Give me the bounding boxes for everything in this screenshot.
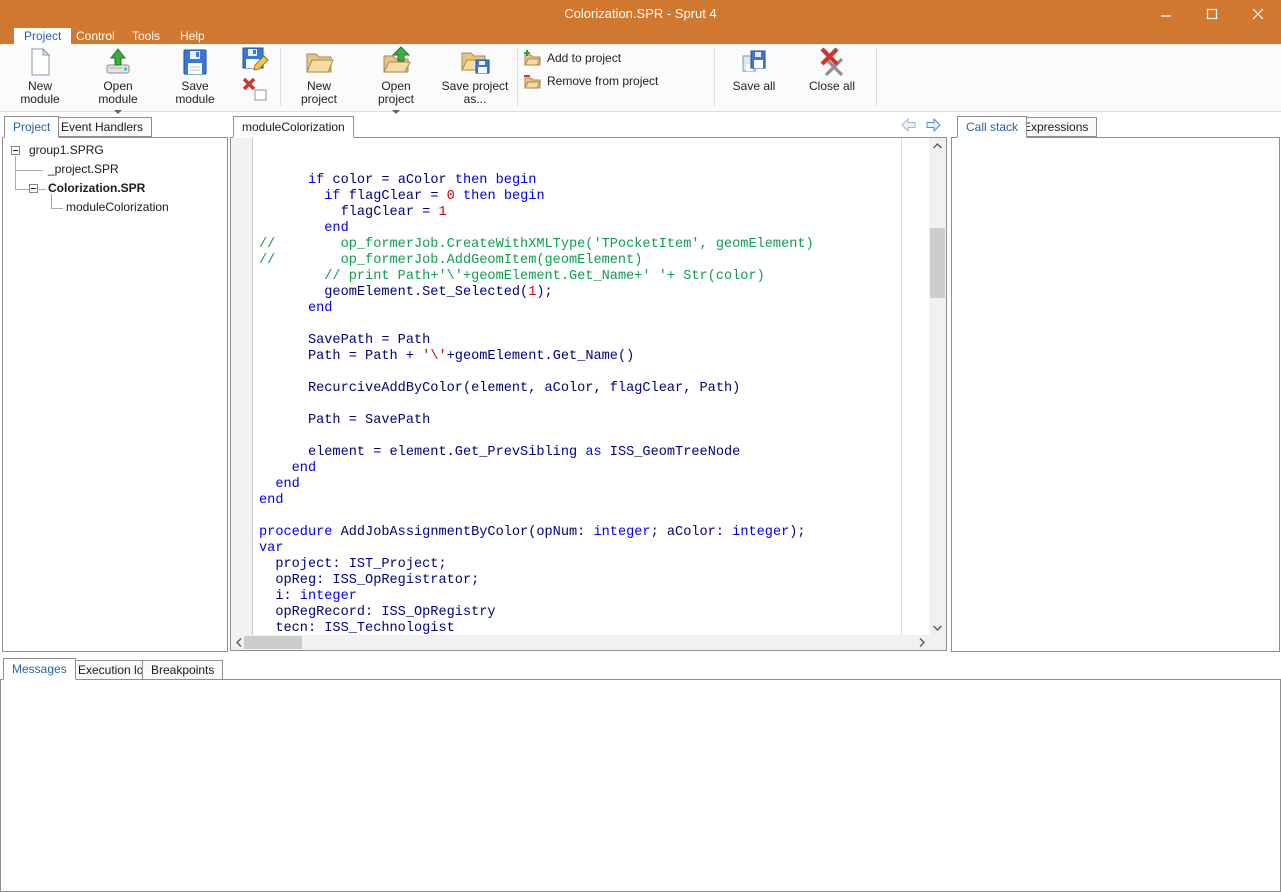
toolbar-separator bbox=[876, 48, 877, 106]
save-module-icon bbox=[179, 46, 211, 78]
close-module-button[interactable] bbox=[241, 76, 269, 107]
open-module-icon bbox=[102, 46, 134, 78]
vertical-scroll-thumb[interactable] bbox=[930, 228, 945, 298]
open-project-icon bbox=[380, 46, 412, 78]
open-module-dropdown-icon[interactable] bbox=[114, 110, 122, 114]
tab-messages[interactable]: Messages bbox=[3, 658, 76, 680]
code-editor[interactable]: if color = aColor then begin if flagClea… bbox=[254, 138, 929, 635]
close-icon bbox=[1252, 8, 1264, 20]
close-button[interactable] bbox=[1235, 0, 1281, 28]
scroll-right-icon[interactable] bbox=[914, 635, 929, 650]
call-stack-panel bbox=[951, 137, 1280, 652]
tab-breakpoints[interactable]: Breakpoints bbox=[142, 660, 223, 680]
save-project-as-button[interactable]: Save project as... bbox=[438, 46, 512, 106]
editor-gutter bbox=[231, 138, 253, 635]
code-content: if color = aColor then begin if flagClea… bbox=[259, 141, 814, 635]
minimize-icon bbox=[1160, 8, 1172, 20]
menu-tools[interactable]: Tools bbox=[122, 28, 170, 45]
new-module-icon bbox=[24, 46, 56, 78]
save-module-as-button[interactable] bbox=[241, 46, 269, 77]
maximize-icon bbox=[1206, 8, 1218, 20]
tree-line bbox=[15, 189, 29, 190]
tree-line bbox=[51, 194, 52, 208]
tree-item-group[interactable]: group1.SPRG bbox=[29, 143, 104, 157]
close-module-icon bbox=[241, 76, 269, 104]
horizontal-scroll-thumb[interactable] bbox=[244, 636, 302, 649]
open-project-button[interactable]: Open project bbox=[362, 46, 430, 114]
menu-bar: Project Control Tools Help bbox=[0, 28, 1281, 44]
open-project-dropdown-icon[interactable] bbox=[392, 110, 400, 114]
tree-item-module-colorization[interactable]: moduleColorization bbox=[66, 200, 169, 214]
scrollbar-corner bbox=[929, 635, 946, 650]
tree-item-colorization-spr[interactable]: Colorization.SPR bbox=[48, 181, 145, 195]
add-to-project-icon bbox=[523, 49, 541, 67]
save-all-button[interactable]: Save all bbox=[722, 46, 786, 93]
menu-project[interactable]: Project bbox=[14, 28, 71, 45]
save-all-icon bbox=[738, 46, 770, 78]
tab-call-stack[interactable]: Call stack bbox=[957, 116, 1027, 138]
new-module-button[interactable]: New module bbox=[8, 46, 72, 106]
project-tree-panel: group1.SPRG _project.SPR Colorization.SP… bbox=[2, 137, 228, 652]
scroll-down-icon[interactable] bbox=[929, 620, 946, 635]
tab-module-colorization[interactable]: moduleColorization bbox=[233, 116, 354, 138]
save-module-as-icon bbox=[241, 46, 269, 74]
tree-line bbox=[51, 208, 63, 209]
menu-control[interactable]: Control bbox=[66, 28, 125, 45]
code-editor-panel: if color = aColor then begin if flagClea… bbox=[230, 137, 947, 651]
tree-expander-icon[interactable] bbox=[11, 146, 20, 155]
navigate-back-button[interactable] bbox=[900, 117, 917, 133]
tab-event-handlers[interactable]: Event Handlers bbox=[52, 117, 152, 137]
minimize-button[interactable] bbox=[1143, 0, 1189, 28]
remove-from-project-icon bbox=[523, 72, 541, 90]
messages-panel bbox=[0, 679, 1281, 892]
save-module-button[interactable]: Save module bbox=[161, 46, 229, 106]
window-title: Colorization.SPR - Sprut 4 bbox=[0, 0, 1281, 28]
close-all-icon bbox=[816, 46, 848, 78]
save-project-as-icon bbox=[459, 46, 491, 78]
tree-expander-icon[interactable] bbox=[29, 184, 38, 193]
toolbar-separator bbox=[517, 48, 518, 106]
tree-item-project-spr[interactable]: _project.SPR bbox=[48, 162, 119, 176]
toolbar-separator bbox=[280, 48, 281, 106]
add-to-project-button[interactable]: Add to project bbox=[523, 49, 621, 67]
new-project-icon bbox=[303, 46, 335, 78]
navigate-forward-button[interactable] bbox=[925, 117, 942, 133]
tree-line bbox=[15, 156, 16, 189]
vertical-scrollbar[interactable] bbox=[929, 138, 946, 635]
tree-line bbox=[15, 170, 43, 171]
tree-line bbox=[39, 189, 46, 190]
toolbar: New module Open module Save module bbox=[0, 44, 1281, 112]
remove-from-project-button[interactable]: Remove from project bbox=[523, 72, 658, 90]
scroll-up-icon[interactable] bbox=[929, 138, 946, 153]
tab-project[interactable]: Project bbox=[4, 116, 59, 138]
menu-help[interactable]: Help bbox=[170, 28, 215, 45]
arrow-right-icon bbox=[925, 117, 942, 133]
horizontal-scrollbar[interactable] bbox=[231, 635, 929, 650]
new-project-button[interactable]: New project bbox=[288, 46, 350, 106]
toolbar-separator bbox=[714, 48, 715, 106]
maximize-button[interactable] bbox=[1189, 0, 1235, 28]
arrow-left-icon bbox=[900, 117, 917, 133]
close-all-button[interactable]: Close all bbox=[800, 46, 864, 93]
open-module-button[interactable]: Open module bbox=[83, 46, 153, 114]
